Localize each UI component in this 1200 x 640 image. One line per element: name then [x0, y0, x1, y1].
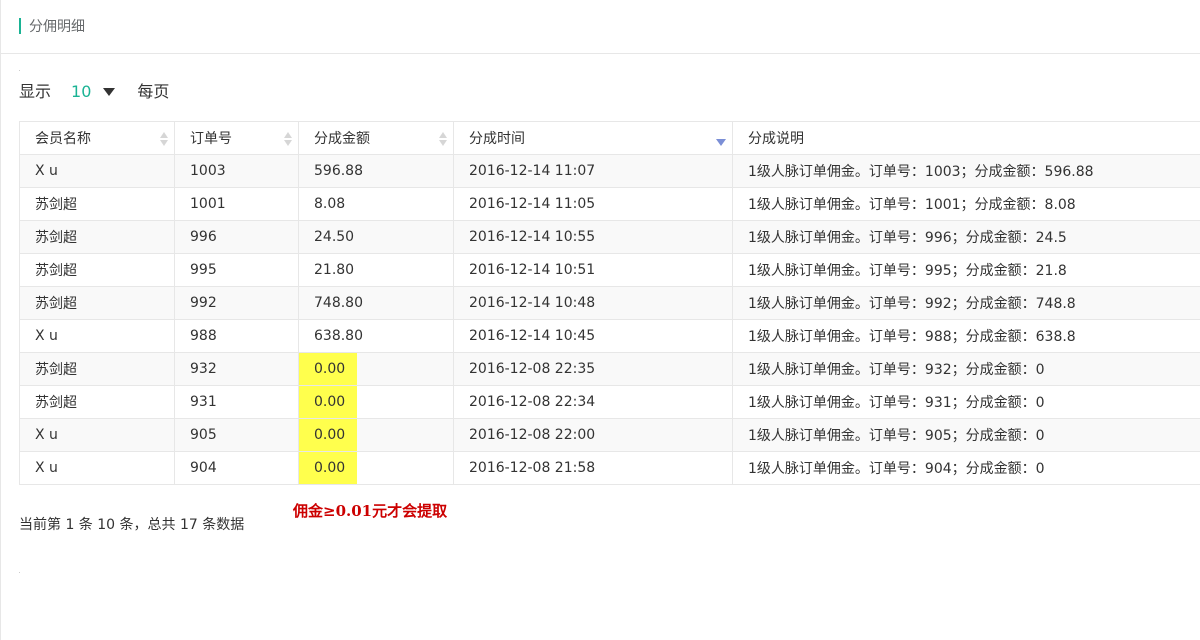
cell-member-name: 苏剑超	[19, 220, 175, 254]
cell-order-no: 988	[174, 319, 299, 353]
table-row: X u 905 0.00 2016-12-08 22:00 1级人脉订单佣金。订…	[19, 418, 1200, 452]
column-header-time[interactable]: 分成时间	[453, 121, 733, 155]
cell-description: 1级人脉订单佣金。订单号：995；分成金额：21.8	[732, 253, 1200, 287]
cell-amount-value: 0.00	[314, 394, 346, 410]
cell-amount: 24.50	[298, 220, 454, 254]
pagination-info: 当前第 1 条 10 条，总共 17 条数据	[19, 517, 245, 533]
cell-description: 1级人脉订单佣金。订单号：1003；分成金额：596.88	[732, 154, 1200, 188]
length-suffix-label: 每页	[137, 82, 170, 101]
column-header-description: 分成说明	[732, 121, 1200, 155]
commission-threshold-annotation: 佣金≥0.01元才会提取	[293, 502, 448, 520]
caret-down-icon	[103, 88, 116, 96]
cell-description: 1级人脉订单佣金。订单号：992；分成金额：748.8	[732, 286, 1200, 320]
page-title: 分佣明细	[29, 19, 85, 35]
table-row: 苏剑超 932 0.00 2016-12-08 22:35 1级人脉订单佣金。订…	[19, 352, 1200, 386]
divider-dot	[19, 572, 20, 573]
cell-member-name: X u	[19, 319, 175, 353]
cell-order-no: 992	[174, 286, 299, 320]
cell-time: 2016-12-08 21:58	[453, 451, 733, 485]
cell-member-name: X u	[19, 154, 175, 188]
cell-amount: 8.08	[298, 187, 454, 221]
cell-amount: 21.80	[298, 253, 454, 287]
page-length-select[interactable]: 10	[71, 80, 116, 104]
column-header-label: 会员名称	[35, 131, 91, 147]
cell-time: 2016-12-14 10:45	[453, 319, 733, 353]
table-row: 苏剑超 1001 8.08 2016-12-14 11:05 1级人脉订单佣金。…	[19, 187, 1200, 221]
cell-amount-highlighted: 0.00	[298, 352, 454, 386]
commission-table: 会员名称 订单号 分成金额 分成时间 分成说明 X u 1003 596.88 …	[19, 121, 1200, 485]
cell-time: 2016-12-08 22:00	[453, 418, 733, 452]
column-header-label: 分成金额	[314, 131, 370, 147]
cell-amount-highlighted: 0.00	[298, 385, 454, 419]
cell-order-no: 904	[174, 451, 299, 485]
page-length-value: 10	[71, 82, 92, 101]
length-prefix-label: 显示	[19, 82, 52, 101]
cell-member-name: 苏剑超	[19, 253, 175, 287]
cell-order-no: 995	[174, 253, 299, 287]
cell-amount: 638.80	[298, 319, 454, 353]
sort-both-icon	[284, 131, 292, 147]
cell-order-no: 905	[174, 418, 299, 452]
sort-both-icon	[439, 131, 447, 147]
cell-member-name: 苏剑超	[19, 187, 175, 221]
cell-description: 1级人脉订单佣金。订单号：996；分成金额：24.5	[732, 220, 1200, 254]
table-row: 苏剑超 992 748.80 2016-12-14 10:48 1级人脉订单佣金…	[19, 286, 1200, 320]
table-row: X u 904 0.00 2016-12-08 21:58 1级人脉订单佣金。订…	[19, 451, 1200, 485]
cell-time: 2016-12-14 10:51	[453, 253, 733, 287]
table-row: X u 1003 596.88 2016-12-14 11:07 1级人脉订单佣…	[19, 154, 1200, 188]
cell-description: 1级人脉订单佣金。订单号：1001；分成金额：8.08	[732, 187, 1200, 221]
cell-member-name: X u	[19, 418, 175, 452]
cell-time: 2016-12-08 22:34	[453, 385, 733, 419]
cell-member-name: 苏剑超	[19, 385, 175, 419]
cell-amount: 596.88	[298, 154, 454, 188]
cell-description: 1级人脉订单佣金。订单号：904；分成金额：0	[732, 451, 1200, 485]
cell-amount-highlighted: 0.00	[298, 418, 454, 452]
cell-description: 1级人脉订单佣金。订单号：931；分成金额：0	[732, 385, 1200, 419]
cell-description: 1级人脉订单佣金。订单号：932；分成金额：0	[732, 352, 1200, 386]
column-header-label: 分成时间	[469, 131, 525, 147]
table-row: 苏剑超 931 0.00 2016-12-08 22:34 1级人脉订单佣金。订…	[19, 385, 1200, 419]
cell-amount-highlighted: 0.00	[298, 451, 454, 485]
cell-time: 2016-12-14 11:05	[453, 187, 733, 221]
page-length-control: 显示 10 每页	[19, 80, 169, 104]
cell-description: 1级人脉订单佣金。订单号：905；分成金额：0	[732, 418, 1200, 452]
cell-description: 1级人脉订单佣金。订单号：988；分成金额：638.8	[732, 319, 1200, 353]
column-header-amount[interactable]: 分成金额	[298, 121, 454, 155]
column-header-label: 分成说明	[748, 131, 804, 147]
page-frame: 分佣明细 显示 10 每页 会员名称 订单号 分成金额 分成时间 分成说明 X …	[0, 0, 1200, 640]
divider-dot	[19, 70, 20, 71]
cell-time: 2016-12-14 11:07	[453, 154, 733, 188]
cell-order-no: 932	[174, 352, 299, 386]
title-accent-bar	[19, 18, 21, 34]
cell-member-name: 苏剑超	[19, 286, 175, 320]
cell-time: 2016-12-14 10:55	[453, 220, 733, 254]
cell-order-no: 996	[174, 220, 299, 254]
sort-both-icon	[160, 131, 168, 147]
cell-amount-value: 0.00	[314, 460, 346, 476]
cell-order-no: 1003	[174, 154, 299, 188]
cell-member-name: 苏剑超	[19, 352, 175, 386]
page-header: 分佣明细	[1, 0, 1200, 54]
cell-amount: 748.80	[298, 286, 454, 320]
column-header-order-no[interactable]: 订单号	[174, 121, 299, 155]
cell-member-name: X u	[19, 451, 175, 485]
cell-amount-value: 0.00	[314, 427, 346, 443]
sort-desc-icon	[716, 139, 726, 146]
cell-time: 2016-12-14 10:48	[453, 286, 733, 320]
table-header-row: 会员名称 订单号 分成金额 分成时间 分成说明	[19, 121, 1200, 155]
cell-order-no: 1001	[174, 187, 299, 221]
cell-time: 2016-12-08 22:35	[453, 352, 733, 386]
table-row: 苏剑超 996 24.50 2016-12-14 10:55 1级人脉订单佣金。…	[19, 220, 1200, 254]
cell-order-no: 931	[174, 385, 299, 419]
table-row: 苏剑超 995 21.80 2016-12-14 10:51 1级人脉订单佣金。…	[19, 253, 1200, 287]
table-row: X u 988 638.80 2016-12-14 10:45 1级人脉订单佣金…	[19, 319, 1200, 353]
column-header-label: 订单号	[190, 131, 232, 147]
column-header-member-name[interactable]: 会员名称	[19, 121, 175, 155]
cell-amount-value: 0.00	[314, 361, 346, 377]
